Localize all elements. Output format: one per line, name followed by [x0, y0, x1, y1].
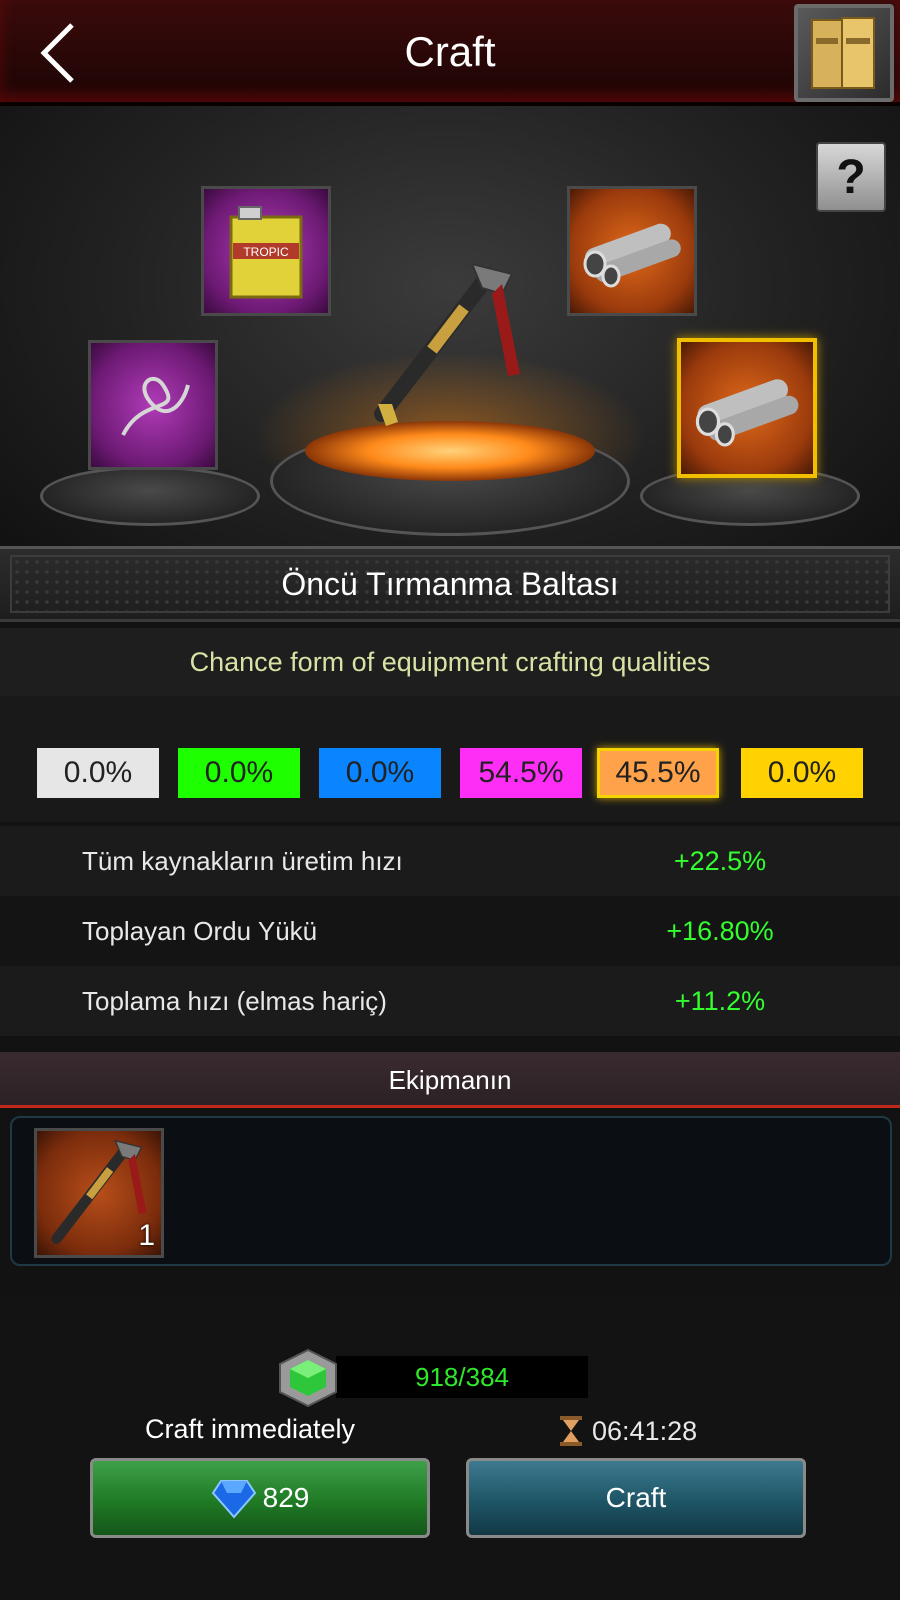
- steel-pipes-icon: [583, 223, 681, 288]
- quality-blue: 0.0%: [319, 748, 441, 798]
- quality-gold: 0.0%: [741, 748, 863, 798]
- slot-rope[interactable]: [88, 340, 218, 470]
- rope-icon: [121, 377, 190, 436]
- stat-row: Toplayan Ordu Yükü +16.80%: [0, 896, 900, 966]
- equipment-panel: 1: [10, 1116, 892, 1266]
- ice-axe-icon: [374, 262, 520, 426]
- hourglass-icon: [560, 1416, 582, 1446]
- craft-panel: [0, 1294, 900, 1600]
- crafting-scene: [0, 106, 900, 546]
- craft-timer-value: 06:41:28: [592, 1415, 698, 1446]
- stat-label: Toplayan Ordu Yükü: [82, 915, 318, 946]
- equipment-item[interactable]: 1: [34, 1128, 164, 1258]
- craft-immediately-label: Craft immediately: [145, 1414, 356, 1444]
- quality-white: 0.0%: [37, 748, 159, 798]
- left-pedestal: [40, 466, 260, 526]
- slot-fuel-can[interactable]: TROPIC: [201, 186, 331, 316]
- slot-steel-pipes-top[interactable]: [567, 186, 697, 316]
- gem-icon: [211, 1480, 256, 1519]
- gem-cost: 829: [262, 1482, 310, 1513]
- item-name-bar: Öncü Tırmanma Baltası: [0, 546, 900, 622]
- stat-label: Toplama hızı (elmas hariç): [82, 985, 387, 1016]
- quality-chances: 0.0% 0.0% 0.0% 54.5% 45.5% 0.0%: [0, 696, 900, 822]
- header-bar: Craft: [0, 0, 900, 106]
- stat-row: Tüm kaynakların üretim hızı +22.5%: [0, 826, 900, 896]
- resource-progress: 918/384: [276, 1346, 596, 1410]
- help-button[interactable]: ?: [816, 142, 886, 212]
- slot-steel-pipes-selected[interactable]: [677, 338, 817, 478]
- resource-amount: 918/384: [336, 1356, 588, 1398]
- book-icon: [811, 17, 875, 89]
- equipment-count: 1: [138, 1219, 155, 1252]
- page-title: Craft: [404, 28, 496, 75]
- craft-timer: 06:41:28: [556, 1414, 697, 1448]
- stat-value: +22.5%: [673, 845, 767, 876]
- steel-pipes-icon: [695, 379, 799, 447]
- chance-text: Chance form of equipment crafting qualit…: [0, 628, 900, 696]
- equipment-header: Ekipmanın: [0, 1052, 900, 1108]
- item-name: Öncü Tırmanma Baltası: [10, 555, 890, 613]
- craft-immediately-button[interactable]: 829: [90, 1458, 430, 1538]
- stat-label: Tüm kaynakların üretim hızı: [82, 845, 403, 876]
- stat-value: +16.80%: [666, 915, 774, 946]
- crafting-book-button[interactable]: [794, 4, 894, 102]
- resource-cube-icon: [279, 1348, 337, 1408]
- quality-orange: 45.5%: [597, 748, 719, 798]
- fuel-can-icon: TROPIC: [229, 206, 303, 299]
- stat-value: +11.2%: [674, 985, 766, 1016]
- stat-row: Toplama hızı (elmas hariç) +11.2%: [0, 966, 900, 1036]
- fuel-can-label: TROPIC: [243, 245, 289, 259]
- quality-purple: 54.5%: [460, 748, 582, 798]
- craft-button[interactable]: Craft: [466, 1458, 806, 1538]
- quality-green: 0.0%: [178, 748, 300, 798]
